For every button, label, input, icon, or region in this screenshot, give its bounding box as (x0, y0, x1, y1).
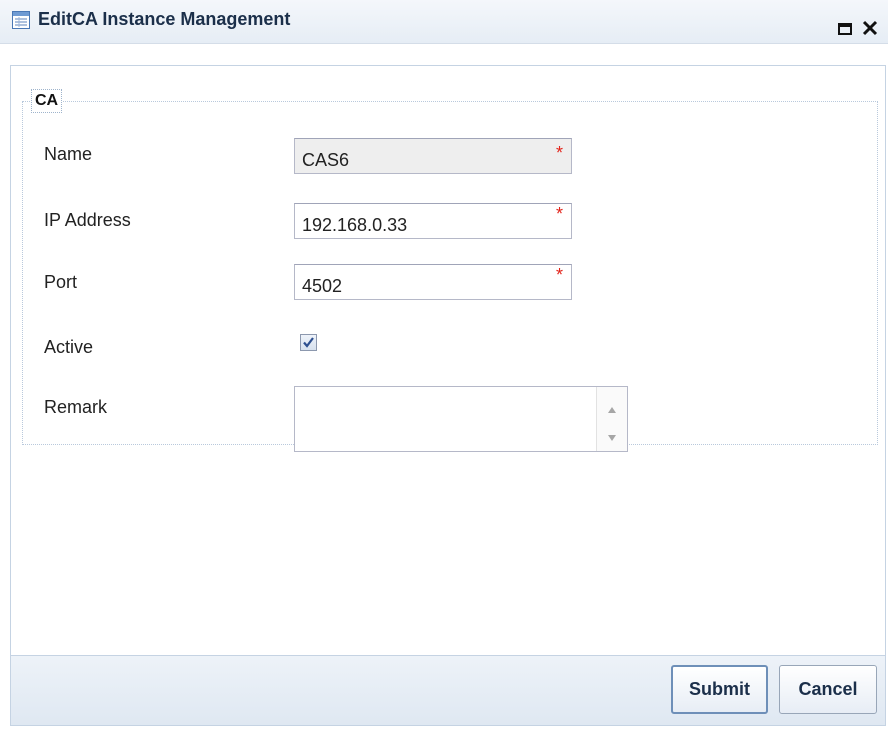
dialog-window: EditCA Instance Management CA Name * IP … (0, 0, 888, 731)
scroll-up-icon[interactable] (607, 401, 617, 413)
checkmark-icon (303, 337, 314, 348)
active-label: Active (44, 337, 94, 357)
form-icon (12, 11, 30, 29)
dialog-title: EditCA Instance Management (38, 9, 291, 29)
port-field[interactable] (294, 264, 572, 300)
name-field[interactable] (294, 138, 572, 174)
fieldset-legend: CA (31, 89, 63, 113)
scroll-down-icon[interactable] (607, 429, 617, 441)
remark-textarea[interactable] (294, 386, 628, 452)
close-icon[interactable] (862, 20, 878, 36)
remark-scrollbar[interactable] (596, 387, 627, 451)
title-bar[interactable]: EditCA Instance Management (0, 0, 888, 44)
ip-address-label: IP Address (44, 210, 131, 230)
maximize-icon[interactable] (838, 22, 852, 35)
port-label: Port (44, 272, 78, 292)
ip-address-required-marker: * (556, 204, 564, 224)
cancel-button[interactable]: Cancel (779, 665, 877, 714)
name-required-marker: * (556, 143, 564, 163)
submit-button[interactable]: Submit (671, 665, 768, 714)
active-checkbox[interactable] (300, 334, 317, 351)
ip-address-field[interactable] (294, 203, 572, 239)
name-label: Name (44, 144, 93, 164)
remark-label: Remark (44, 397, 108, 417)
port-required-marker: * (556, 265, 564, 285)
